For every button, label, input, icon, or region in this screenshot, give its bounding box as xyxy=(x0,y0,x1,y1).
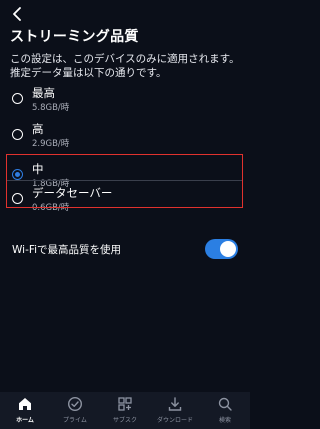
quality-option-label: データセーバー xyxy=(32,186,113,200)
wifi-best-quality-label: Wi-Fiで最高品質を使用 xyxy=(12,244,122,256)
check-circle-icon xyxy=(67,396,83,412)
back-button[interactable] xyxy=(9,6,25,22)
quality-option-data-rate: 2.9GB/時 xyxy=(32,139,70,149)
quality-option-data-saver[interactable]: データセーバー 0.6GB/時 xyxy=(0,182,250,216)
bottom-nav: ホーム プライム サブスク ダウンロード 検索 xyxy=(0,392,250,429)
quality-option-data-rate: 0.6GB/時 xyxy=(32,203,70,213)
chevron-left-icon xyxy=(13,7,21,21)
quality-option-high[interactable]: 高 2.9GB/時 xyxy=(0,118,250,152)
page-title: ストリーミング品質 xyxy=(10,29,139,45)
search-icon xyxy=(218,397,232,411)
quality-option-data-rate: 5.8GB/時 xyxy=(32,103,70,113)
nav-label: プライム xyxy=(63,417,87,424)
nav-item-prime[interactable]: プライム xyxy=(50,392,100,429)
nav-item-search[interactable]: 検索 xyxy=(200,392,250,429)
quality-option-label: 中 xyxy=(32,162,44,176)
quality-option-highest[interactable]: 最高 5.8GB/時 xyxy=(0,82,250,116)
radio-button[interactable] xyxy=(12,193,23,204)
settings-description: この設定は、このデバイスのみに適用されます。推定データ量は以下の通りです。 xyxy=(10,53,240,79)
nav-label: ホーム xyxy=(16,417,34,424)
radio-button-selected[interactable] xyxy=(12,169,23,180)
nav-item-home[interactable]: ホーム xyxy=(0,392,50,429)
wifi-best-quality-toggle[interactable] xyxy=(205,239,238,259)
nav-item-downloads[interactable]: ダウンロード xyxy=(150,392,200,429)
nav-label: 検索 xyxy=(218,417,231,424)
wifi-best-quality-row: Wi-Fiで最高品質を使用 xyxy=(0,236,250,262)
nav-label: ダウンロード xyxy=(156,417,193,424)
home-icon xyxy=(19,398,31,410)
nav-label: サブスク xyxy=(112,417,137,424)
radio-button[interactable] xyxy=(12,129,23,140)
option-divider xyxy=(7,180,242,181)
quality-option-label: 最高 xyxy=(32,86,55,100)
radio-button[interactable] xyxy=(12,93,23,104)
subscriptions-grid-icon xyxy=(118,397,132,411)
download-icon xyxy=(168,397,182,411)
nav-item-subscriptions[interactable]: サブスク xyxy=(100,392,150,429)
quality-option-label: 高 xyxy=(32,122,44,136)
toggle-knob xyxy=(220,241,236,257)
